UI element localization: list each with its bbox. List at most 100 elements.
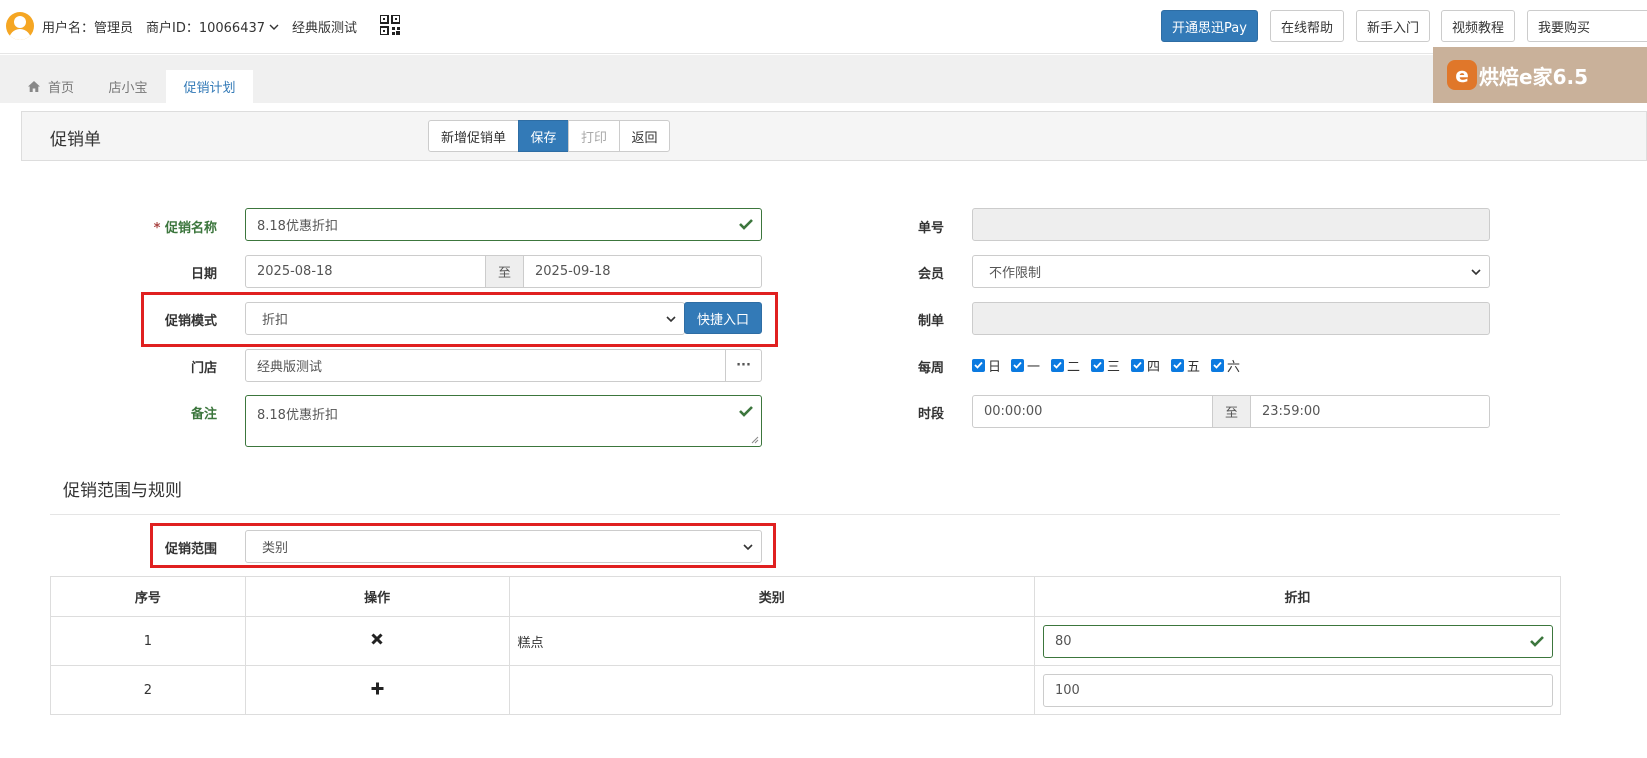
chevron-down-icon — [1471, 269, 1481, 276]
weekday-checkbox[interactable]: 一 — [1011, 357, 1041, 375]
checkbox-checked-icon — [1051, 358, 1064, 372]
maker-label: 制单 — [917, 314, 944, 329]
row-operation-cell — [244, 616, 510, 666]
ad-banner-text: 烘焙e家6.5 — [1479, 64, 1588, 89]
checkbox-checked-icon — [1131, 358, 1144, 372]
time-separator: 至 — [1212, 395, 1251, 428]
rules-table: 序号 操作 类别 折扣 1 糕点 80 2 100 — [50, 576, 1562, 715]
weekday-checkbox[interactable]: 二 — [1051, 357, 1081, 375]
row-discount-cell: 80 — [1033, 616, 1562, 666]
promotion-name-value: 8.18优惠折扣 — [257, 219, 338, 234]
checkbox-checked-icon — [1011, 358, 1024, 372]
discount-value: 100 — [1054, 682, 1080, 698]
row-category[interactable]: 糕点 — [508, 616, 1035, 666]
remark-value: 8.18优惠折扣 — [257, 408, 338, 423]
weekday-label: 五 — [1187, 359, 1201, 375]
video-tutorial-button[interactable]: 视频教程 — [1441, 10, 1515, 42]
row-operation-cell — [244, 665, 510, 715]
chevron-down-icon — [269, 24, 279, 30]
end-time-input[interactable]: 23:59:00 — [1250, 395, 1490, 428]
buy-button[interactable]: 我要购买 — [1527, 10, 1647, 42]
discount-input[interactable]: 80 — [1042, 624, 1553, 658]
new-promotion-button[interactable]: 新增促销单 — [428, 120, 519, 152]
table-row: 2 100 — [50, 665, 1562, 715]
member-value: 不作限制 — [989, 266, 1042, 281]
end-date-input[interactable]: 2025-09-18 — [523, 255, 762, 288]
weekday-label: 一 — [1027, 359, 1041, 375]
add-icon[interactable] — [371, 682, 384, 695]
tab-dianxiaobao[interactable]: 店小宝 — [96, 70, 160, 103]
store-input[interactable]: 经典版测试 — [245, 349, 726, 382]
discount-input[interactable]: 100 — [1042, 673, 1553, 707]
tab-home-label: 首页 — [47, 81, 74, 96]
table-row: 1 糕点 80 — [50, 616, 1562, 666]
resize-handle-icon[interactable] — [751, 436, 759, 444]
member-label: 会员 — [917, 267, 944, 282]
online-help-button[interactable]: 在线帮助 — [1270, 10, 1344, 42]
promotion-scope-value: 类别 — [262, 541, 289, 556]
toolbar-button-group: 新增促销单 保存 打印 返回 — [428, 120, 670, 152]
column-header-index: 序号 — [50, 576, 246, 617]
print-button[interactable]: 打印 — [568, 120, 620, 152]
member-select[interactable]: 不作限制 — [972, 255, 1490, 288]
quick-entry-button[interactable]: 快捷入口 — [684, 302, 762, 334]
date-separator: 至 — [485, 255, 524, 288]
store-name[interactable]: 经典版测试 — [292, 17, 357, 36]
promotion-mode-label: 促销模式 — [164, 314, 217, 329]
ad-banner[interactable]: e 烘焙e家6.5 — [1433, 47, 1647, 103]
divider — [50, 514, 1560, 515]
back-button[interactable]: 返回 — [619, 120, 670, 152]
time-label: 时段 — [917, 407, 944, 422]
weekday-label: 六 — [1227, 359, 1241, 375]
row-index: 1 — [50, 616, 246, 666]
tab-home[interactable]: 首页 — [18, 70, 84, 103]
weekday-checkbox[interactable]: 五 — [1171, 357, 1201, 375]
start-date-input[interactable]: 2025-08-18 — [245, 255, 486, 288]
checkbox-checked-icon — [1211, 358, 1224, 372]
avatar[interactable] — [6, 12, 34, 40]
date-label: 日期 — [190, 267, 217, 282]
panel-header — [21, 111, 1647, 161]
promotion-mode-select[interactable]: 折扣 — [245, 302, 685, 335]
weekday-label: 二 — [1067, 359, 1081, 375]
open-pay-button[interactable]: 开通思迅Pay — [1161, 10, 1258, 42]
maker-input — [972, 302, 1490, 335]
check-icon — [739, 406, 753, 417]
weekday-label: 四 — [1147, 359, 1161, 375]
promotion-name-input[interactable]: 8.18优惠折扣 — [245, 208, 762, 241]
weekday-checkbox[interactable]: 三 — [1091, 357, 1120, 375]
check-icon — [1530, 635, 1544, 647]
weekday-checkbox[interactable]: 六 — [1211, 357, 1241, 375]
home-icon — [27, 81, 40, 92]
remove-icon[interactable] — [371, 633, 383, 645]
promotion-name-label: * 促销名称 — [153, 221, 217, 236]
chevron-down-icon — [743, 544, 753, 551]
tab-promotion-plan[interactable]: 促销计划 — [166, 70, 253, 103]
order-no-input — [972, 208, 1490, 241]
discount-value: 80 — [1054, 633, 1072, 649]
checkbox-checked-icon — [1171, 358, 1184, 372]
promotion-scope-select[interactable]: 类别 — [245, 530, 762, 563]
promotion-scope-label: 促销范围 — [164, 542, 217, 557]
start-time-input[interactable]: 00:00:00 — [972, 395, 1213, 428]
save-button[interactable]: 保存 — [518, 120, 569, 152]
chevron-down-icon — [666, 316, 676, 323]
promotion-mode-value: 折扣 — [262, 313, 289, 328]
weekday-checkbox[interactable]: 日 — [972, 357, 1002, 375]
store-label: 门店 — [190, 361, 217, 376]
store-picker-button[interactable]: ··· — [725, 349, 762, 382]
section-title: 促销范围与规则 — [63, 481, 182, 501]
merchant-dropdown[interactable]: 商户ID：10066437 — [146, 17, 279, 36]
column-header-category: 类别 — [508, 576, 1035, 617]
checkbox-checked-icon — [1091, 358, 1104, 372]
column-header-discount: 折扣 — [1033, 576, 1562, 617]
weekly-label: 每周 — [917, 361, 944, 376]
remark-textarea[interactable]: 8.18优惠折扣 — [245, 395, 762, 447]
getting-started-button[interactable]: 新手入门 — [1356, 10, 1430, 42]
qrcode-icon[interactable] — [380, 15, 400, 35]
weekday-checkbox[interactable]: 四 — [1131, 357, 1161, 375]
row-category[interactable] — [508, 665, 1035, 715]
row-index: 2 — [50, 665, 246, 715]
weekday-label: 日 — [988, 359, 1002, 375]
username-label: 用户名：管理员 — [42, 21, 134, 36]
